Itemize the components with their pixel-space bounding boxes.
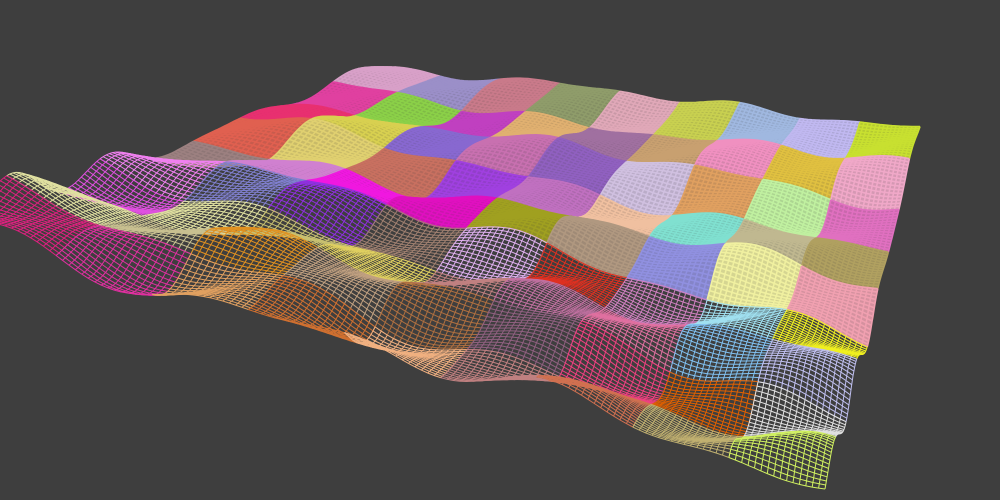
- terrain-tile: [830, 155, 911, 212]
- render-viewport: [0, 0, 1000, 500]
- wireframe-terrain-scene: [0, 0, 1000, 500]
